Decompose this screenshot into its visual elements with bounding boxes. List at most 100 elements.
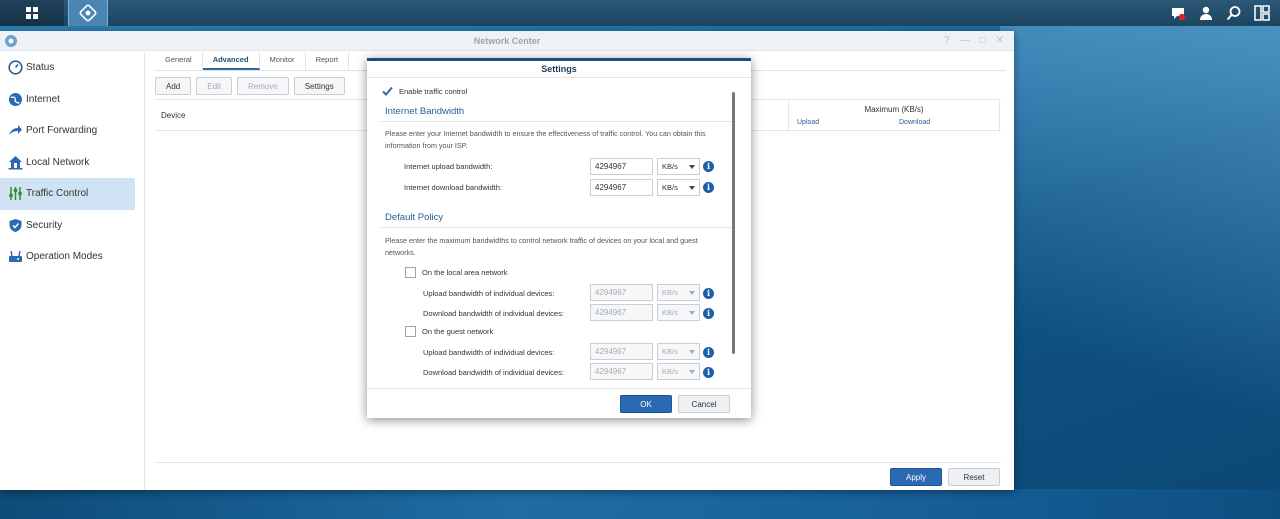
search-icon[interactable] — [1224, 3, 1244, 23]
chevron-down-icon — [689, 291, 695, 295]
window-titlebar[interactable]: Network Center ? — □ ✕ — [0, 31, 1014, 51]
guest-policy-row[interactable]: On the guest network — [405, 326, 493, 337]
guest-download-label: Download bandwidth of individual devices… — [423, 368, 564, 377]
guest-upload-input[interactable]: 4294967 — [590, 343, 653, 360]
info-icon[interactable]: i — [703, 308, 714, 319]
sidebar-item-label: Status — [26, 62, 55, 74]
guest-policy-checkbox[interactable] — [405, 326, 416, 337]
chevron-down-icon — [689, 165, 695, 169]
internet-download-label: Internet download bandwidth: — [404, 183, 502, 192]
add-button[interactable]: Add — [155, 77, 192, 95]
download-column-header[interactable]: Download — [899, 119, 930, 126]
maximum-column-group: Maximum (KB/s) Upload Download — [788, 100, 1000, 132]
lan-download-unit-select[interactable]: KB/s — [657, 304, 700, 321]
guest-upload-label: Upload bandwidth of individual devices: — [423, 348, 555, 357]
tab-general[interactable]: General — [155, 52, 203, 70]
sidebar-item-local-network[interactable]: Local Network — [0, 147, 144, 179]
edit-button[interactable]: Edit — [196, 77, 233, 95]
shield-icon — [7, 217, 23, 233]
internet-bandwidth-title: Internet Bandwidth — [385, 106, 465, 117]
dialog-scrollbar[interactable] — [732, 92, 735, 354]
unit-value: KB/s — [662, 367, 678, 376]
cancel-button[interactable]: Cancel — [678, 395, 730, 413]
settings-dialog: Settings Enable traffic control Internet… — [367, 58, 751, 418]
guest-policy-label: On the guest network — [422, 327, 494, 336]
sidebar-item-security[interactable]: Security — [0, 210, 144, 242]
user-icon[interactable] — [1196, 3, 1216, 23]
divider — [381, 121, 731, 122]
home-icon — [7, 154, 23, 170]
window-title: Network Center — [473, 36, 541, 46]
status-icon — [7, 60, 23, 76]
unit-value: KB/s — [662, 308, 678, 317]
lan-upload-input[interactable]: 4294967 — [590, 284, 653, 301]
unit-value: KB/s — [662, 347, 678, 356]
default-policy-description: Please enter the maximum bandwidths to c… — [385, 236, 698, 257]
internet-download-unit-select[interactable]: KB/s — [657, 179, 700, 196]
info-icon[interactable]: i — [703, 182, 714, 193]
info-icon[interactable]: i — [703, 367, 714, 378]
default-policy-title: Default Policy — [385, 212, 444, 223]
guest-download-input[interactable]: 4294967 — [590, 363, 653, 380]
sidebar-item-label: Traffic Control — [26, 188, 89, 200]
info-icon[interactable]: i — [703, 347, 714, 358]
sidebar-item-label: Internet — [26, 93, 60, 105]
sidebar-item-traffic-control[interactable]: Traffic Control — [0, 178, 135, 210]
sidebar-item-label: Security — [26, 219, 63, 231]
network-center-taskbar-button[interactable] — [68, 0, 108, 26]
enable-traffic-control-checkbox[interactable] — [382, 86, 393, 97]
help-icon[interactable]: ? — [944, 35, 950, 46]
desktop-wallpaper-bottom — [0, 489, 1280, 519]
tab-advanced[interactable]: Advanced — [202, 52, 260, 70]
guest-upload-unit-select[interactable]: KB/s — [657, 343, 700, 360]
chevron-down-icon — [689, 350, 695, 354]
lan-policy-row[interactable]: On the local area network — [405, 267, 507, 278]
sidebar-item-internet[interactable]: Internet — [0, 84, 144, 116]
modes-icon — [7, 249, 23, 265]
sidebar-item-label: Local Network — [26, 156, 90, 168]
upload-column-header[interactable]: Upload — [797, 119, 819, 126]
checkmark-icon — [382, 86, 393, 96]
info-icon[interactable]: i — [703, 161, 714, 172]
lan-upload-label: Upload bandwidth of individual devices: — [423, 289, 555, 298]
lan-policy-checkbox[interactable] — [405, 267, 416, 278]
reset-button[interactable]: Reset — [948, 468, 1000, 486]
chevron-down-icon — [689, 311, 695, 315]
guest-download-unit-select[interactable]: KB/s — [657, 363, 700, 380]
internet-download-input[interactable]: 4294967 — [590, 179, 653, 196]
internet-upload-input[interactable]: 4294967 — [590, 158, 653, 175]
sidebar: Status Internet Port Forwarding Local Ne… — [0, 52, 145, 490]
notification-icon[interactable] — [1168, 3, 1188, 23]
info-icon[interactable]: i — [703, 288, 714, 299]
apply-button[interactable]: Apply — [890, 468, 942, 486]
sidebar-item-port-forwarding[interactable]: Port Forwarding — [0, 115, 144, 147]
remove-button[interactable]: Remove — [237, 77, 289, 95]
widgets-icon[interactable] — [1252, 3, 1272, 23]
unit-value: KB/s — [662, 162, 678, 171]
main-menu-button[interactable] — [0, 0, 64, 26]
sidebar-item-operation-modes[interactable]: Operation Modes — [0, 241, 144, 273]
taskbar — [0, 0, 1280, 26]
lan-download-input[interactable]: 4294967 — [590, 304, 653, 321]
chevron-down-icon — [689, 370, 695, 374]
device-column-header[interactable]: Device — [161, 111, 185, 120]
sidebar-item-label: Port Forwarding — [26, 125, 98, 137]
ok-button[interactable]: OK — [620, 395, 672, 413]
close-icon[interactable]: ✕ — [996, 35, 1004, 46]
grid-menu-icon — [26, 7, 38, 19]
footer-bar: Apply Reset — [155, 462, 1001, 490]
sidebar-item-status[interactable]: Status — [0, 52, 144, 84]
tab-monitor[interactable]: Monitor — [260, 52, 306, 70]
tab-report[interactable]: Report — [306, 52, 350, 70]
maximize-icon[interactable]: □ — [980, 35, 986, 46]
internet-upload-unit-select[interactable]: KB/s — [657, 158, 700, 175]
enable-traffic-control-row[interactable]: Enable traffic control — [382, 86, 467, 97]
lan-policy-label: On the local area network — [422, 268, 508, 277]
network-center-icon — [79, 4, 97, 22]
settings-button[interactable]: Settings — [293, 77, 345, 95]
minimize-icon[interactable]: — — [960, 35, 970, 46]
unit-value: KB/s — [662, 288, 678, 297]
internet-upload-label: Internet upload bandwidth: — [404, 162, 493, 171]
lan-upload-unit-select[interactable]: KB/s — [657, 284, 700, 301]
toolbar: Add Edit Remove Settings — [155, 77, 345, 95]
